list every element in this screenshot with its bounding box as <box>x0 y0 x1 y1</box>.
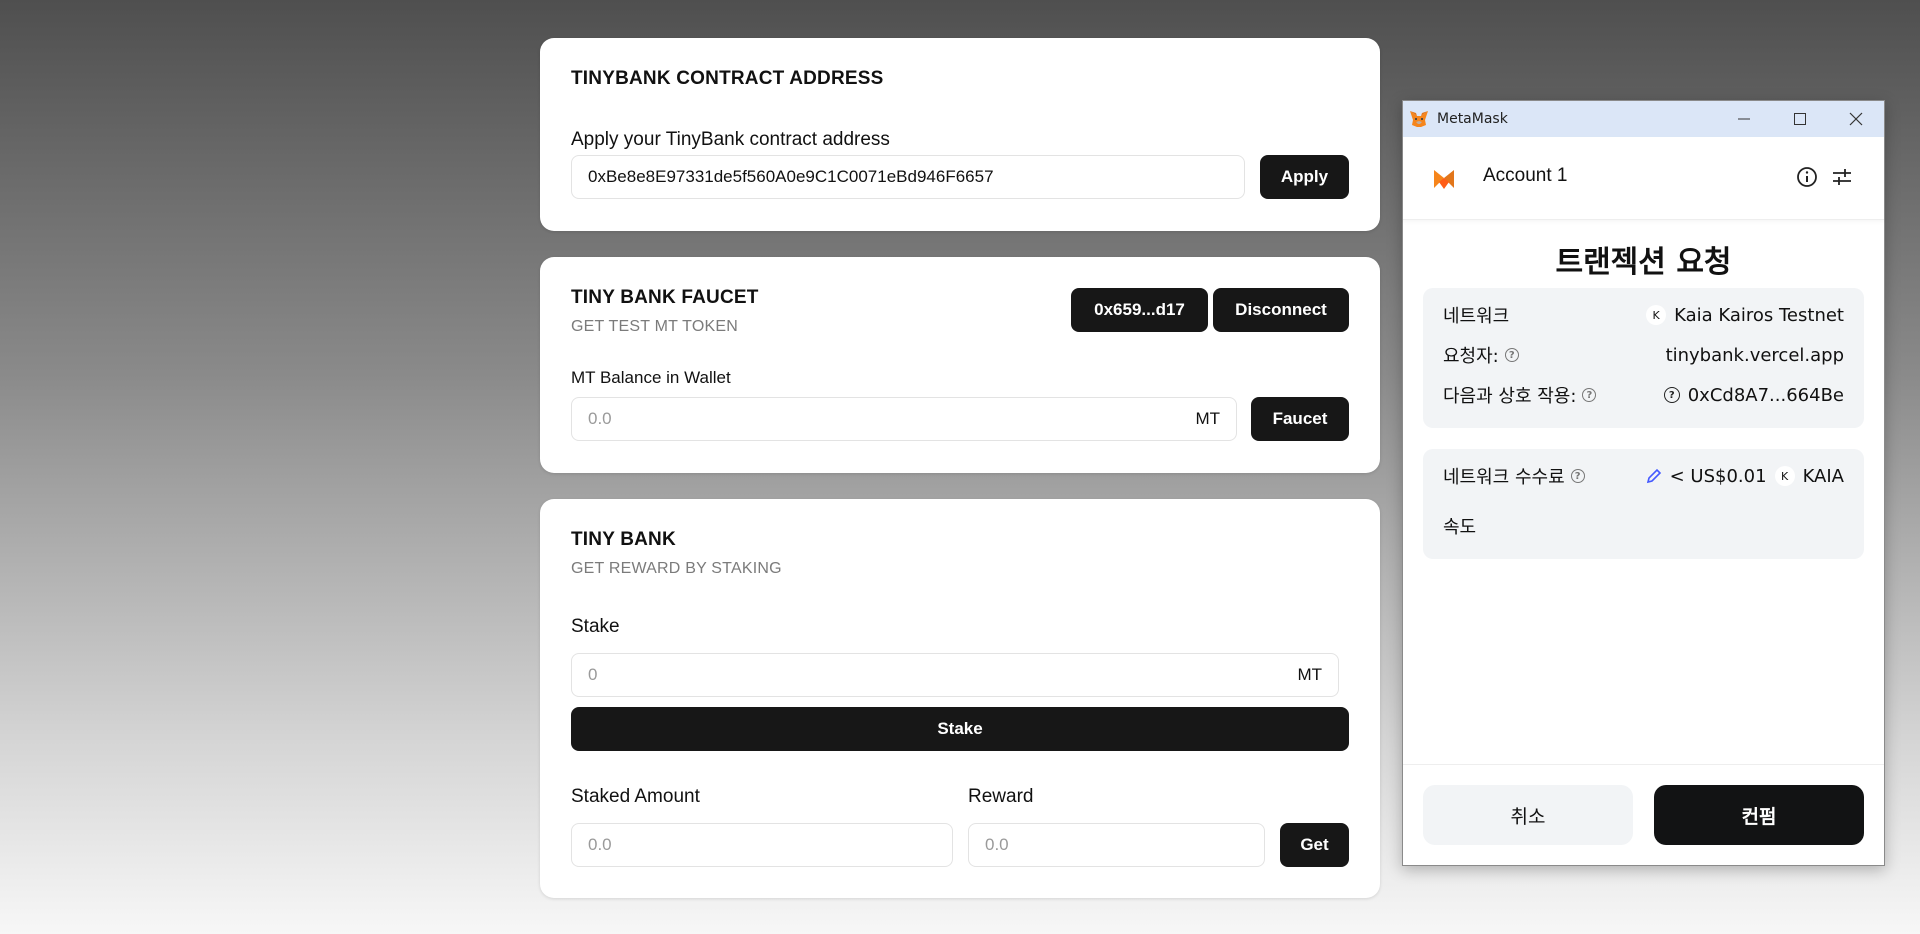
card-subtitle: GET REWARD BY STAKING <box>571 560 782 577</box>
window-title: MetaMask <box>1437 111 1508 127</box>
fee-label: 네트워크 수수료 <box>1443 467 1565 488</box>
fee-box: 네트워크 수수료? < US$0.01 K KAIA 속도 <box>1423 449 1864 559</box>
card-title: TINY BANK FAUCET <box>571 287 759 308</box>
minimize-button[interactable] <box>1716 101 1772 137</box>
requester-row: 요청자:? tinybank.vercel.app <box>1443 342 1844 368</box>
reward-label: Reward <box>968 786 1034 807</box>
requester-label: 요청자: <box>1443 346 1499 367</box>
apply-button[interactable]: Apply <box>1260 155 1349 199</box>
help-icon[interactable]: ? <box>1570 469 1585 483</box>
contract-address-label: Apply your TinyBank contract address <box>571 129 890 150</box>
mt-balance-label: MT Balance in Wallet <box>571 368 731 387</box>
edit-pencil-icon[interactable] <box>1646 468 1662 484</box>
mt-balance-field: 0.0 MT <box>571 397 1237 441</box>
action-footer: 취소 컨펌 <box>1403 764 1884 865</box>
contract-address-value: 0xBe8e8E97331de5f560A0e9C1C0071eBd946F66… <box>588 167 994 186</box>
network-row: 네트워크 K Kaia Kairos Testnet <box>1443 302 1844 328</box>
staked-amount-value: 0.0 <box>588 835 612 854</box>
stake-input[interactable]: 0 MT <box>571 653 1339 697</box>
network-value: Kaia Kairos Testnet <box>1674 304 1844 326</box>
card-title: TINYBANK CONTRACT ADDRESS <box>571 68 884 89</box>
stake-label: Stake <box>571 616 620 637</box>
card-subtitle: GET TEST MT TOKEN <box>571 318 739 335</box>
staked-amount-label: Staked Amount <box>571 786 700 807</box>
help-icon[interactable]: ? <box>1582 388 1597 402</box>
kaia-network-badge: K <box>1646 305 1667 325</box>
request-details-box: 네트워크 K Kaia Kairos Testnet 요청자:? tinyban… <box>1423 288 1864 428</box>
unit-label: MT <box>1195 409 1220 428</box>
maximize-button[interactable] <box>1772 101 1828 137</box>
fee-token: KAIA <box>1802 465 1844 487</box>
unit-label: MT <box>1297 665 1322 684</box>
info-icon[interactable] <box>1796 166 1818 188</box>
card-title: TINY BANK <box>571 529 676 550</box>
close-button[interactable] <box>1828 101 1884 137</box>
account-header: Account 1 <box>1403 137 1884 220</box>
transaction-request-heading: 트랜젝션 요청 <box>1555 245 1732 280</box>
speed-label: 속도 <box>1443 517 1477 538</box>
mt-balance-value: 0.0 <box>588 409 612 428</box>
tiny-bank-card: TINY BANK GET REWARD BY STAKING Stake 0 … <box>540 499 1380 898</box>
window-titlebar: MetaMask <box>1403 101 1884 137</box>
faucet-button[interactable]: Faucet <box>1251 397 1349 441</box>
reward-value: 0.0 <box>985 835 1009 854</box>
staked-amount-field: 0.0 <box>571 823 953 867</box>
close-icon <box>1849 112 1863 126</box>
confirm-button[interactable]: 컨펌 <box>1654 785 1864 845</box>
stake-input-placeholder: 0 <box>588 665 598 684</box>
interact-label: 다음과 상호 작용: <box>1443 386 1577 407</box>
reward-field: 0.0 <box>968 823 1265 867</box>
help-icon[interactable]: ? <box>1504 348 1519 362</box>
interact-value[interactable]: 0xCd8A7...664Be <box>1688 385 1844 406</box>
account-name[interactable]: Account 1 <box>1483 165 1568 187</box>
fee-row: 네트워크 수수료? < US$0.01 K KAIA <box>1443 463 1844 489</box>
account-address-button[interactable]: 0x659...d17 <box>1071 288 1208 332</box>
contract-address-input[interactable]: 0xBe8e8E97331de5f560A0e9C1C0071eBd946F66… <box>571 155 1245 199</box>
metamask-window: MetaMask Account 1 트랜젝션 요청 네트워크 K Kaia K… <box>1402 100 1885 866</box>
network-label: 네트워크 <box>1443 306 1510 327</box>
account-avatar-icon <box>1434 170 1454 189</box>
fee-value: < US$0.01 <box>1669 465 1767 487</box>
contract-unknown-icon: ? <box>1663 387 1680 403</box>
requester-value: tinybank.vercel.app <box>1665 344 1844 366</box>
contract-address-card: TINYBANK CONTRACT ADDRESS Apply your Tin… <box>540 38 1380 231</box>
maximize-icon <box>1794 113 1806 125</box>
speed-row: 속도 <box>1443 513 1844 539</box>
kaia-token-badge: K <box>1774 466 1795 486</box>
stake-button[interactable]: Stake <box>571 707 1349 751</box>
minimize-icon <box>1738 118 1750 120</box>
get-reward-button[interactable]: Get <box>1280 823 1349 867</box>
cancel-button[interactable]: 취소 <box>1423 785 1633 845</box>
interact-row: 다음과 상호 작용:? ? 0xCd8A7...664Be <box>1443 382 1844 408</box>
disconnect-button[interactable]: Disconnect <box>1213 288 1349 332</box>
settings-sliders-icon[interactable] <box>1831 166 1853 188</box>
metamask-fox-icon <box>1410 111 1428 127</box>
faucet-card: TINY BANK FAUCET GET TEST MT TOKEN 0x659… <box>540 257 1380 473</box>
